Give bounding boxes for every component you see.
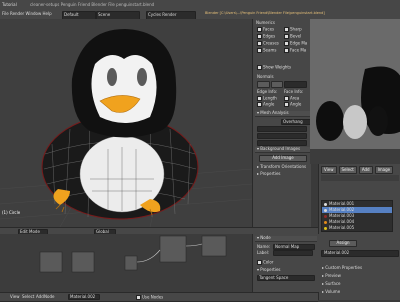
properties-header[interactable]: ▸ Properties xyxy=(257,172,281,176)
node-label-field[interactable] xyxy=(273,250,313,256)
material-panel: View Select Add Image Material.001 Mater… xyxy=(318,164,400,300)
viewport-3d[interactable]: (1) Circle xyxy=(0,19,252,227)
current-material-field[interactable]: Material.002 xyxy=(321,250,399,257)
material-color-icon xyxy=(324,208,327,212)
titlebar-left: Tutorial xyxy=(2,2,17,7)
overlay-item-bevel[interactable]: Bevel xyxy=(284,34,307,39)
mesh-analysis-header[interactable]: ▾ Mesh Analysis xyxy=(255,111,311,117)
section-volume[interactable]: ▸ Volume xyxy=(322,290,340,294)
checkbox-icon xyxy=(284,41,289,46)
checkbox-icon xyxy=(257,34,262,39)
viewport-object-label: (1) Circle xyxy=(2,210,21,215)
material-color-icon xyxy=(324,202,327,206)
tangent-space-select[interactable]: Tangent Space xyxy=(257,275,315,281)
transform-orientations-header[interactable]: ▸ Transform Orientations xyxy=(257,165,306,169)
node-graph xyxy=(39,235,227,273)
checkbox-icon xyxy=(284,34,289,39)
material-color-icon xyxy=(324,214,327,218)
checkbox-icon xyxy=(257,48,262,53)
overlay-item-seams[interactable]: Seams xyxy=(257,48,279,53)
normal-face-button[interactable] xyxy=(270,81,283,88)
checkbox-icon xyxy=(284,96,289,101)
menu-view[interactable]: View xyxy=(10,295,20,299)
checkbox-icon xyxy=(257,41,262,46)
overlay-item-creases[interactable]: Creases xyxy=(257,41,279,46)
overlay-item-faces[interactable]: Faces xyxy=(257,27,279,32)
material-slot-list: Material.001 Material.002 Material.003 M… xyxy=(321,200,393,232)
node-label-label: Label: xyxy=(257,250,270,255)
tab-view[interactable]: View xyxy=(321,166,337,174)
section-surface[interactable]: ▸ Surface xyxy=(322,282,341,286)
area-toggle[interactable]: Area xyxy=(284,96,299,101)
node-sidebar: ▾ Node Name: Normal Map Label: Color ▾ P… xyxy=(252,234,319,292)
checkbox-icon xyxy=(284,48,289,53)
normals-buttons xyxy=(257,81,307,88)
section-custom-properties[interactable]: ▸ Custom Properties xyxy=(322,266,362,270)
checkbox-icon xyxy=(257,96,262,101)
analysis-fields xyxy=(257,126,307,146)
face-info-label: Face Info: xyxy=(284,89,304,94)
material-slot[interactable]: Material.005 xyxy=(322,225,392,231)
material-tabs: View Select Add Image xyxy=(321,166,394,174)
analysis-field-1[interactable] xyxy=(257,126,307,132)
node-editor[interactable] xyxy=(0,234,252,292)
menu-node[interactable]: Node xyxy=(44,295,54,299)
overlay-item-sharp[interactable]: Sharp xyxy=(284,27,307,32)
tab-image[interactable]: Image xyxy=(374,166,394,174)
menu-select[interactable]: Select xyxy=(22,295,34,299)
background-images-header[interactable]: ▾ Background Images xyxy=(255,147,311,153)
menu-file[interactable]: File Render Window Help xyxy=(2,12,52,16)
numerics-header: Numerics xyxy=(256,20,275,25)
material-icon-row xyxy=(321,175,399,181)
checkbox-icon xyxy=(257,102,262,107)
material-color-icon xyxy=(324,220,327,224)
edge-info-label: Edge Info: xyxy=(257,89,278,94)
checkbox-icon xyxy=(284,102,289,107)
penguin-model xyxy=(0,29,252,227)
node-name-label: Name: xyxy=(257,244,271,249)
node-header[interactable]: ▾ Node xyxy=(255,236,317,242)
angle-toggle[interactable]: Angle xyxy=(257,102,274,107)
normals-header: Normals xyxy=(257,74,274,79)
overlay-left-column: Faces Edges Creases Seams xyxy=(257,27,279,55)
normal-size-field[interactable] xyxy=(284,81,307,88)
section-preview[interactable]: ▸ Preview xyxy=(322,274,341,278)
material-color-icon xyxy=(324,226,327,230)
overlay-item-edge-ma[interactable]: Edge Ma xyxy=(284,41,307,46)
overlay-item-face-ma[interactable]: Face Ma xyxy=(284,48,307,53)
checkbox-icon xyxy=(257,27,262,32)
overlay-right-column: Sharp Bevel Edge Ma Face Ma xyxy=(284,27,307,55)
material-datablock-field[interactable]: Material.002 xyxy=(68,294,100,300)
checkbox-icon xyxy=(284,27,289,32)
node-properties-header[interactable]: ▾ Properties xyxy=(257,268,281,272)
use-nodes-toggle[interactable]: Use Nodes xyxy=(136,295,163,300)
blender-title: Blender [C:\Users\...\Penguin Friend\Ble… xyxy=(205,11,325,15)
bottom-bar: View Select Add Node Material.002 Use No… xyxy=(0,292,318,302)
show-weights[interactable]: Show Weights xyxy=(257,65,291,70)
analysis-field-2[interactable] xyxy=(257,133,307,139)
properties-panel: Numerics Faces Edges Creases Seams Sharp… xyxy=(252,19,311,227)
add-image-button[interactable]: Add Image xyxy=(259,155,307,162)
address-text: cleaner-setups Penguin Friend Blender Fi… xyxy=(30,2,155,7)
render-preview xyxy=(310,19,400,164)
assign-button[interactable]: Assign xyxy=(329,240,357,247)
tab-select[interactable]: Select xyxy=(338,166,357,174)
checkbox-icon xyxy=(257,65,262,70)
overlay-item-edges[interactable]: Edges xyxy=(257,34,279,39)
normal-vertex-button[interactable] xyxy=(257,81,270,88)
checkbox-icon xyxy=(257,260,262,265)
length-toggle[interactable]: Length xyxy=(257,96,277,101)
angle-face-toggle[interactable]: Angle xyxy=(284,102,301,107)
menu-add[interactable]: Add xyxy=(36,295,44,299)
checkbox-icon xyxy=(136,295,141,300)
render-preview-image xyxy=(310,19,400,164)
node-color-toggle[interactable]: Color xyxy=(257,260,273,265)
tab-add[interactable]: Add xyxy=(358,166,373,174)
overhang-select[interactable]: Overhang xyxy=(281,119,311,125)
